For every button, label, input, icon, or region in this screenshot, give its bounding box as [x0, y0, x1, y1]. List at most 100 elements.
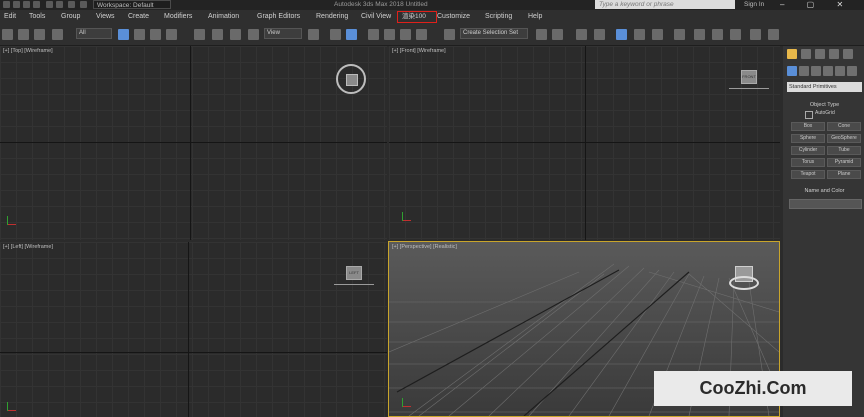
teapot-button[interactable]: Teapot — [791, 170, 825, 179]
menu-views[interactable]: Views — [96, 10, 115, 24]
cone-button[interactable]: Cone — [827, 122, 861, 131]
render-setup-icon[interactable] — [694, 29, 705, 40]
pyramid-button[interactable]: Pyramid — [827, 158, 861, 167]
systems-icon[interactable] — [847, 66, 857, 76]
menu-civil-view[interactable]: Civil View — [361, 10, 391, 24]
menu-animation[interactable]: Animation — [208, 10, 239, 24]
geometry-icon[interactable] — [787, 66, 797, 76]
viewport-front-label[interactable]: [+] [Front] [Wireframe] — [392, 48, 446, 54]
rotate-icon[interactable] — [212, 29, 223, 40]
spinner-snap-icon[interactable] — [416, 29, 427, 40]
menu-rendering[interactable]: Rendering — [316, 10, 348, 24]
menu-edit[interactable]: Edit — [4, 10, 16, 24]
quick-access-icon[interactable] — [80, 1, 87, 8]
object-name-input[interactable] — [789, 199, 862, 209]
autogrid-checkbox[interactable] — [805, 111, 813, 119]
select-object-icon[interactable] — [118, 29, 129, 40]
menu-group[interactable]: Group — [61, 10, 80, 24]
app-icon[interactable] — [3, 1, 10, 8]
menu-customize[interactable]: Customize — [437, 10, 470, 24]
create-tab-icon[interactable] — [787, 49, 797, 59]
select-by-name-icon[interactable] — [134, 29, 145, 40]
torus-button[interactable]: Torus — [791, 158, 825, 167]
grid-axis-vertical — [188, 242, 189, 417]
new-icon[interactable] — [13, 1, 20, 8]
viewport-left-label[interactable]: [+] [Left] [Wireframe] — [3, 244, 53, 250]
edit-named-sets-icon[interactable] — [444, 29, 455, 40]
menu-scripting[interactable]: Scripting — [485, 10, 512, 24]
viewport-top[interactable]: [+] [Top] [Wireframe] — [0, 46, 387, 240]
search-input[interactable]: Type a keyword or phrase — [595, 0, 735, 9]
keyboard-shortcut-icon[interactable] — [346, 29, 357, 40]
bind-space-warp-icon[interactable] — [52, 29, 63, 40]
sign-in-button[interactable]: Sign In — [744, 0, 764, 10]
lights-icon[interactable] — [811, 66, 821, 76]
select-manipulate-icon[interactable] — [330, 29, 341, 40]
primitive-category-dropdown[interactable]: Standard Primitives — [787, 82, 862, 92]
plane-button[interactable]: Plane — [827, 170, 861, 179]
menu-tools[interactable]: Tools — [29, 10, 45, 24]
viewport-top-label[interactable]: [+] [Top] [Wireframe] — [3, 48, 53, 54]
undo-arrow-icon[interactable] — [2, 29, 13, 40]
render-cloud-icon[interactable] — [750, 29, 761, 40]
project-folder-icon[interactable] — [68, 1, 75, 8]
open-icon[interactable] — [23, 1, 30, 8]
viewport-perspective-label[interactable]: [+] [Perspective] [Realistic] — [392, 244, 457, 250]
window-controls[interactable]: – ▢ ✕ — [780, 0, 853, 10]
select-link-icon[interactable] — [18, 29, 29, 40]
scene-explorer-icon[interactable] — [576, 29, 587, 40]
reference-coord-dropdown[interactable]: View — [264, 28, 302, 39]
box-button[interactable]: Box — [791, 122, 825, 131]
object-type-rollout[interactable]: Object Type — [787, 101, 862, 109]
window-crossing-icon[interactable] — [166, 29, 177, 40]
shapes-icon[interactable] — [799, 66, 809, 76]
placement-icon[interactable] — [248, 29, 259, 40]
rectangular-selection-icon[interactable] — [150, 29, 161, 40]
helpers-icon[interactable] — [835, 66, 845, 76]
sphere-button[interactable]: Sphere — [791, 134, 825, 143]
curve-editor-icon[interactable] — [634, 29, 645, 40]
hierarchy-tab-icon[interactable] — [815, 49, 825, 59]
named-selection-dropdown[interactable]: Create Selection Set — [460, 28, 528, 39]
layer-explorer-icon[interactable] — [594, 29, 605, 40]
selection-filter-dropdown[interactable]: All — [76, 28, 112, 39]
viewcube-left-icon[interactable]: LEFT — [346, 266, 362, 280]
workspace-dropdown[interactable]: Workspace: Default — [93, 0, 171, 9]
menu-modifiers[interactable]: Modifiers — [164, 10, 192, 24]
angle-snap-icon[interactable] — [384, 29, 395, 40]
viewcube-compass-ring[interactable] — [729, 276, 759, 290]
geosphere-button[interactable]: GeoSphere — [827, 134, 861, 143]
display-tab-icon[interactable] — [843, 49, 853, 59]
snaps-toggle-icon[interactable] — [368, 29, 379, 40]
graphite-toolbar-icon[interactable] — [616, 29, 627, 40]
motion-tab-icon[interactable] — [829, 49, 839, 59]
align-icon[interactable] — [552, 29, 563, 40]
unlink-icon[interactable] — [34, 29, 45, 40]
name-and-color-rollout[interactable]: Name and Color — [787, 187, 862, 195]
viewport-left[interactable]: [+] [Left] [Wireframe] LEFT — [0, 242, 387, 417]
rendered-frame-icon[interactable] — [712, 29, 723, 40]
viewport-front[interactable]: [+] [Front] [Wireframe] FRONT — [389, 46, 780, 240]
percent-snap-icon[interactable] — [400, 29, 411, 40]
redo-icon[interactable] — [56, 1, 63, 8]
mirror-icon[interactable] — [536, 29, 547, 40]
schematic-view-icon[interactable] — [652, 29, 663, 40]
cylinder-button[interactable]: Cylinder — [791, 146, 825, 155]
cameras-icon[interactable] — [823, 66, 833, 76]
pivot-center-icon[interactable] — [308, 29, 319, 40]
menu-graph-editors[interactable]: Graph Editors — [257, 10, 300, 24]
save-icon[interactable] — [33, 1, 40, 8]
undo-icon[interactable] — [46, 1, 53, 8]
scale-icon[interactable] — [230, 29, 241, 40]
a360-gallery-icon[interactable] — [768, 29, 779, 40]
menu-create[interactable]: Create — [128, 10, 149, 24]
viewcube-compass-icon[interactable] — [336, 64, 366, 94]
menu-help[interactable]: Help — [528, 10, 542, 24]
render-production-icon[interactable] — [730, 29, 741, 40]
viewcube-top-icon[interactable] — [346, 74, 358, 86]
modify-tab-icon[interactable] — [801, 49, 811, 59]
tube-button[interactable]: Tube — [827, 146, 861, 155]
material-editor-icon[interactable] — [674, 29, 685, 40]
move-icon[interactable] — [194, 29, 205, 40]
viewcube-front-icon[interactable]: FRONT — [741, 70, 757, 84]
